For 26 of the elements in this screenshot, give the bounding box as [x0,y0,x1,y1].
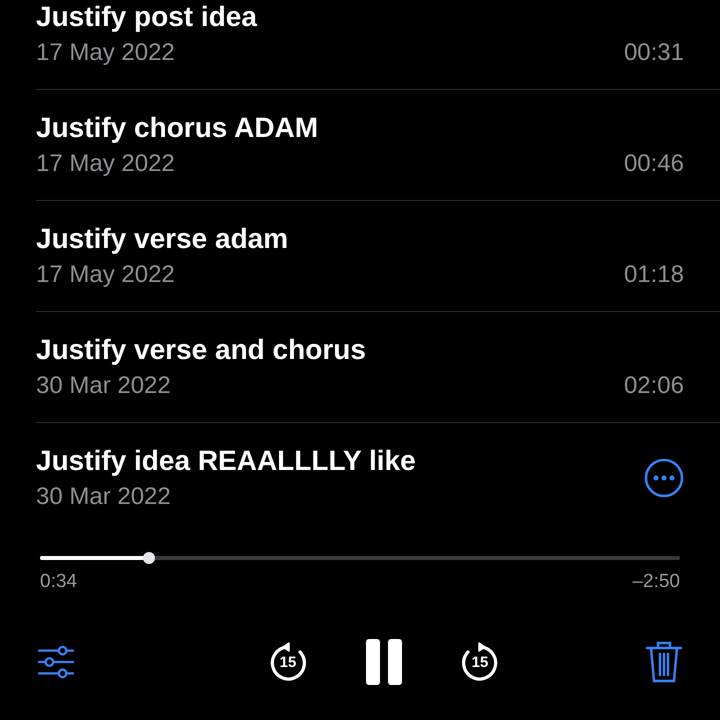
recording-title[interactable]: Justify idea REAALLLLY like [36,444,644,478]
recording-duration: 00:46 [624,149,684,179]
recording-duration: 00:31 [624,38,684,68]
skip-back-button[interactable]: 15 [268,642,308,682]
skip-forward-button[interactable]: 15 [460,642,500,682]
elapsed-time: 0:34 [40,570,77,594]
more-button[interactable] [644,458,684,498]
recording-date: 30 Mar 2022 [36,371,172,401]
recording-date: 30 Mar 2022 [36,482,172,512]
delete-button[interactable] [644,640,684,684]
recording-title[interactable]: Justify chorus ADAM [36,111,624,145]
pause-button[interactable] [364,638,404,686]
recording-date: 17 May 2022 [36,149,176,179]
recording-duration: 01:18 [624,260,684,290]
pause-icon [366,639,402,685]
recording-duration: 02:06 [624,371,684,401]
recording-title[interactable]: Justify verse adam [36,222,624,256]
more-icon [644,458,684,498]
sliders-icon [37,645,75,679]
recording-title[interactable]: Justify verse and chorus [36,333,624,367]
trash-icon [646,641,682,683]
remaining-time: –2:50 [632,570,680,594]
progress-thumb[interactable] [142,552,155,564]
recording-date: 17 May 2022 [36,260,176,290]
recording-date: 17 May 2022 [36,38,176,68]
recording-title[interactable]: Justify post idea [36,0,624,34]
